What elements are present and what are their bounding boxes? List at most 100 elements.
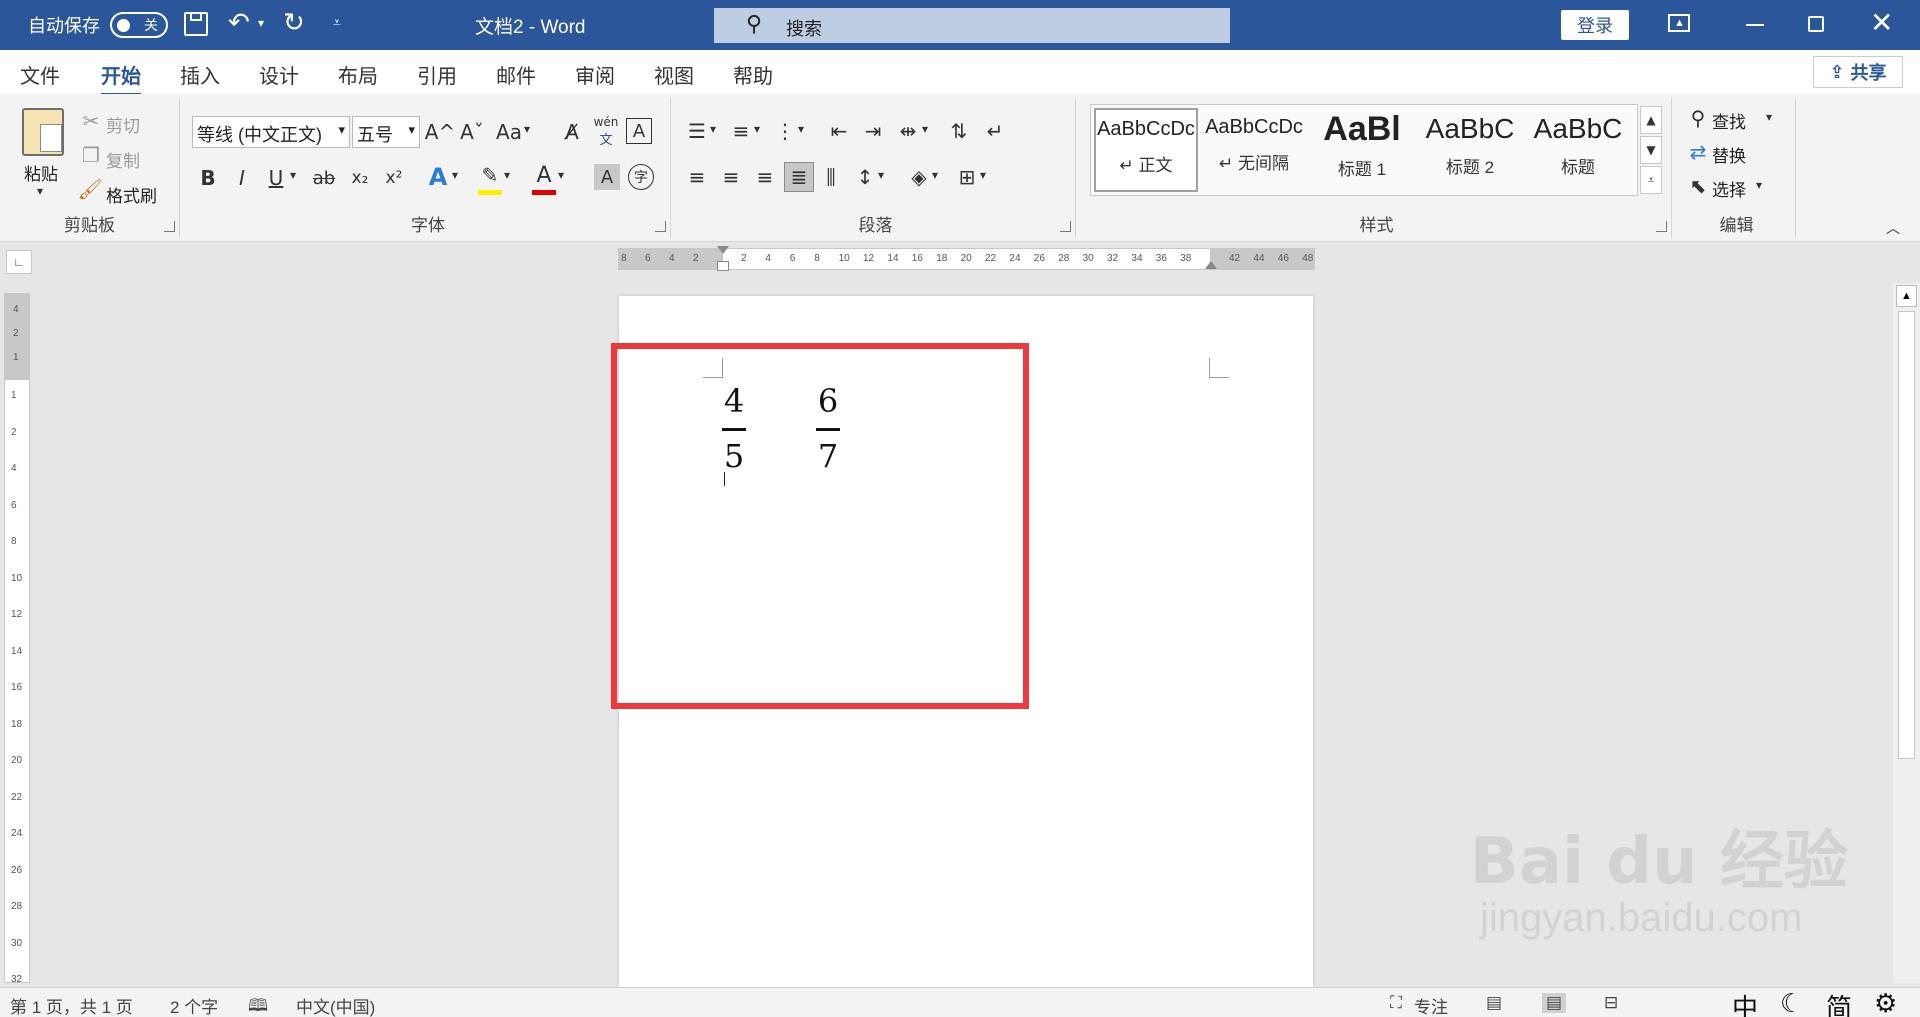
paste-dropdown-icon[interactable]: ▾ <box>37 184 43 198</box>
underline-button[interactable]: U <box>262 164 290 192</box>
web-layout-icon[interactable]: ⊟ <box>1604 993 1618 1013</box>
vertical-ruler[interactable]: 4 2 1 1 2 4 6 8 10 12 14 16 18 20 22 24 26 28 30 32 <box>4 293 30 985</box>
undo-icon[interactable]: ↶ <box>228 8 250 38</box>
subscript-button[interactable]: x₂ <box>346 164 374 192</box>
tab-references[interactable]: 引用 <box>417 60 457 89</box>
styles-launcher-icon[interactable] <box>1656 221 1667 232</box>
decrease-indent-icon[interactable]: ⇤ <box>826 118 852 144</box>
chinese-layout-dropdown-icon[interactable]: ▾ <box>922 122 928 136</box>
style-no-spacing[interactable]: AaBbCcDc ↵ 无间隔 <box>1202 108 1306 192</box>
redo-icon[interactable]: ↻ <box>283 8 305 38</box>
bullets-dropdown-icon[interactable]: ▾ <box>710 122 716 136</box>
justify-icon[interactable]: ≣ <box>784 162 814 192</box>
grow-font-icon[interactable]: A^ <box>425 118 455 146</box>
find-dropdown-icon[interactable]: ▾ <box>1766 110 1772 124</box>
font-size-combo[interactable]: 五号 ▾ <box>352 116 420 148</box>
text-effects-dropdown-icon[interactable]: ▾ <box>452 168 458 182</box>
close-icon[interactable]: ✕ <box>1870 6 1893 39</box>
borders-dropdown-icon[interactable]: ▾ <box>980 168 986 182</box>
ruler-toggle-icon[interactable]: ∟ <box>6 250 32 274</box>
tab-design[interactable]: 设计 <box>259 60 299 89</box>
highlight-icon[interactable]: ✎ <box>476 160 504 190</box>
focus-icon[interactable]: ⛶ <box>1390 993 1402 1013</box>
styles-scroll-up-icon[interactable]: ▲ <box>1640 106 1662 134</box>
character-border-icon[interactable]: A <box>626 118 652 144</box>
enclose-characters-icon[interactable]: 字 <box>628 164 654 190</box>
tab-mailings[interactable]: 邮件 <box>496 60 536 89</box>
scroll-thumb[interactable] <box>1898 311 1915 759</box>
focus-label[interactable]: 专注 <box>1414 993 1448 1017</box>
borders-icon[interactable]: ⊞ <box>954 164 980 190</box>
clipboard-launcher-icon[interactable] <box>164 221 175 232</box>
numbering-icon[interactable]: ≡ <box>728 118 754 144</box>
styles-scroll-down-icon[interactable]: ▼ <box>1640 136 1662 164</box>
word-count[interactable]: 2 个字 <box>170 993 218 1017</box>
chinese-layout-icon[interactable]: ⇹ <box>894 118 922 144</box>
font-color-icon[interactable]: A <box>530 160 558 190</box>
replace-icon[interactable]: ⇄ <box>1686 140 1710 164</box>
text-effects-icon[interactable]: A <box>424 162 452 192</box>
clear-formatting-icon[interactable]: A̸ <box>558 118 586 146</box>
underline-dropdown-icon[interactable]: ▾ <box>290 168 296 182</box>
ribbon-display-icon[interactable]: ▲ <box>1668 14 1690 32</box>
distributed-icon[interactable]: ⫼ <box>818 164 844 190</box>
search-box[interactable]: ⚲ 搜索 <box>714 8 1230 43</box>
print-layout-icon[interactable]: ▤ <box>1542 993 1567 1013</box>
ime-mode[interactable]: 中 <box>1732 988 1758 1017</box>
change-case-icon[interactable]: Aa <box>494 118 524 146</box>
font-name-combo[interactable]: 等线 (中文正文) ▾ <box>192 116 350 148</box>
find-label[interactable]: 查找 <box>1712 108 1746 133</box>
replace-label[interactable]: 替换 <box>1712 142 1746 167</box>
align-right-icon[interactable]: ≡ <box>752 164 778 190</box>
superscript-button[interactable]: x² <box>380 164 408 192</box>
select-icon[interactable]: ⬉ <box>1686 174 1710 198</box>
copy-label[interactable]: 复制 <box>106 147 140 172</box>
tab-home[interactable]: 开始 <box>101 60 141 97</box>
moon-icon[interactable]: ☾ <box>1780 988 1803 1017</box>
numbering-dropdown-icon[interactable]: ▾ <box>754 122 760 136</box>
settings-icon[interactable]: ⚙ <box>1874 988 1897 1017</box>
right-indent-marker[interactable] <box>1205 261 1217 269</box>
paste-icon[interactable] <box>22 108 64 156</box>
cut-label[interactable]: 剪切 <box>106 112 140 137</box>
tab-layout[interactable]: 布局 <box>338 60 378 89</box>
shrink-font-icon[interactable]: Aˇ <box>458 118 486 146</box>
read-mode-icon[interactable]: ▤ <box>1486 993 1502 1013</box>
italic-button[interactable]: I <box>228 164 256 192</box>
styles-more-icon[interactable]: ⩡ <box>1640 166 1662 194</box>
tab-file[interactable]: 文件 <box>20 60 60 89</box>
paragraph-launcher-icon[interactable] <box>1060 221 1071 232</box>
page-info[interactable]: 第 1 页，共 1 页 <box>10 993 133 1017</box>
minimize-button[interactable] <box>1746 24 1764 26</box>
strikethrough-button[interactable]: ab <box>308 164 340 192</box>
first-line-indent-marker[interactable] <box>717 246 729 254</box>
collapse-ribbon-icon[interactable]: ︿ <box>1886 218 1900 238</box>
paste-label[interactable]: 粘贴 <box>24 160 58 185</box>
tab-help[interactable]: 帮助 <box>733 60 773 89</box>
customize-qat-icon[interactable]: ⩡ <box>333 14 341 31</box>
login-button[interactable]: 登录 <box>1561 10 1629 40</box>
language[interactable]: 中文(中国) <box>296 993 375 1017</box>
style-heading-2[interactable]: AaBbC 标题 2 <box>1418 108 1522 192</box>
show-marks-icon[interactable]: ↵ <box>982 118 1008 144</box>
autosave-toggle[interactable]: 关 <box>110 12 168 38</box>
character-shading-icon[interactable]: A <box>594 164 620 190</box>
style-normal[interactable]: AaBbCcDc ↵ 正文 <box>1094 108 1198 192</box>
font-color-dropdown-icon[interactable]: ▾ <box>558 168 564 182</box>
find-icon[interactable]: ⚲ <box>1686 106 1710 130</box>
line-spacing-icon[interactable]: ↕ <box>852 164 878 190</box>
scroll-up-icon[interactable]: ▲ <box>1896 285 1917 307</box>
bullets-icon[interactable]: ☰ <box>684 118 710 144</box>
highlight-dropdown-icon[interactable]: ▾ <box>504 168 510 182</box>
shading-icon[interactable]: ◈ <box>906 164 932 190</box>
change-case-dropdown-icon[interactable]: ▾ <box>524 122 530 136</box>
proofing-icon[interactable]: 🕮 <box>248 993 268 1017</box>
tab-view[interactable]: 视图 <box>654 60 694 89</box>
style-heading-1[interactable]: AaBl 标题 1 <box>1310 108 1414 192</box>
format-painter-label[interactable]: 格式刷 <box>106 182 157 207</box>
multilevel-dropdown-icon[interactable]: ▾ <box>798 122 804 136</box>
restore-icon[interactable] <box>1808 16 1824 32</box>
undo-dropdown-icon[interactable]: ▾ <box>258 16 264 30</box>
sort-icon[interactable]: ⇅ <box>946 118 972 144</box>
shading-dropdown-icon[interactable]: ▾ <box>932 168 938 182</box>
